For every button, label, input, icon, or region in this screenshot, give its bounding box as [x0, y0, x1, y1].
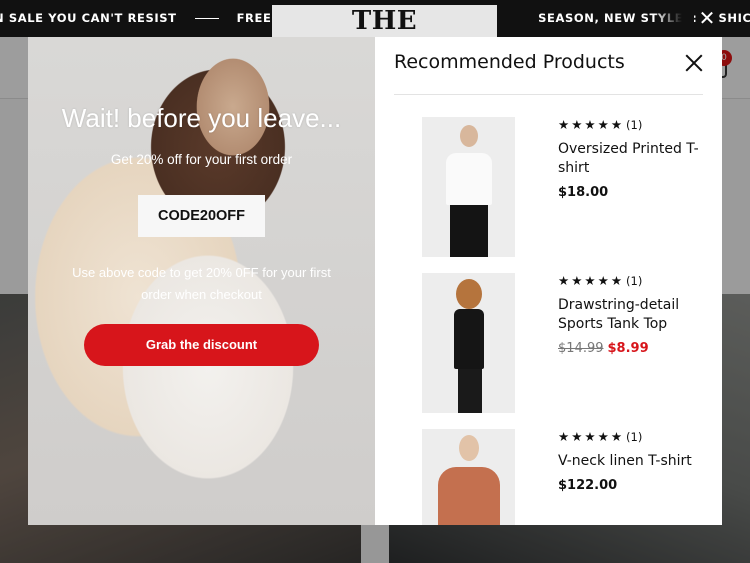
product-name[interactable]: Oversized Printed T-shirt	[558, 140, 708, 178]
promo-note: Use above code to get 20% 0FF for your f…	[72, 265, 331, 302]
review-count: (1)	[626, 118, 643, 132]
product-price: $122.00	[558, 478, 708, 493]
product-image[interactable]	[422, 273, 515, 413]
product-info: ★★★★★ (1) Oversized Printed T-shirt $18.0…	[558, 117, 708, 200]
product-info: ★★★★★ (1) Drawstring-detail Sports Tank T…	[558, 273, 708, 356]
site-logo[interactable]: THE	[272, 5, 497, 37]
divider	[394, 94, 703, 95]
product-price: $14.99 $8.99	[558, 341, 708, 356]
rating: ★★★★★ (1)	[558, 429, 708, 444]
grab-discount-button[interactable]: Grab the discount	[84, 324, 319, 366]
product-card[interactable]: ★★★★★ (1) Oversized Printed T-shirt $18.0…	[422, 117, 712, 262]
sale-price: $8.99	[607, 341, 649, 356]
figure-shirt	[438, 467, 500, 525]
rating: ★★★★★ (1)	[558, 273, 708, 288]
recommended-title: Recommended Products	[394, 51, 625, 73]
figure-head	[456, 279, 482, 309]
product-image[interactable]	[422, 429, 515, 525]
review-count: (1)	[626, 430, 643, 444]
figure-pants	[450, 205, 488, 257]
close-icon[interactable]: ✕	[696, 0, 718, 37]
figure-shirt	[446, 153, 492, 205]
close-icon[interactable]	[682, 51, 706, 75]
product-info: ★★★★★ (1) V-neck linen T-shirt $122.00	[558, 429, 708, 493]
star-rating-icon: ★★★★★	[558, 273, 625, 288]
promo-subtitle: Get 20% off for your first order	[110, 152, 293, 167]
announcement-fade	[654, 0, 694, 37]
star-rating-icon: ★★★★★	[558, 429, 625, 444]
product-image[interactable]	[422, 117, 515, 257]
promo-panel: Wait! before you leave... Get 20% off fo…	[28, 37, 375, 525]
promo-title: Wait! before you leave...	[61, 103, 342, 133]
figure-pants	[458, 369, 482, 413]
review-count: (1)	[626, 274, 643, 288]
rating: ★★★★★ (1)	[558, 117, 708, 132]
product-name[interactable]: V-neck linen T-shirt	[558, 452, 708, 471]
announcement-text: SEASON, NEW STYLES: FASHIC	[538, 11, 750, 25]
original-price: $14.99	[558, 341, 604, 356]
star-rating-icon: ★★★★★	[558, 117, 625, 132]
product-price: $18.00	[558, 185, 708, 200]
announcement-text: N SALE YOU CAN'T RESIST	[0, 11, 177, 25]
figure-head	[459, 435, 479, 461]
discount-code[interactable]: CODE20OFF	[138, 195, 265, 237]
product-card[interactable]: ★★★★★ (1) V-neck linen T-shirt $122.00	[422, 429, 712, 525]
figure-tank	[454, 309, 484, 369]
recommended-panel: Recommended Products ★★★★★ (1) Oversized …	[375, 37, 722, 525]
exit-intent-modal: Wait! before you leave... Get 20% off fo…	[28, 37, 722, 525]
price-value: $122.00	[558, 478, 618, 493]
figure-head	[460, 125, 478, 147]
separator	[194, 18, 219, 19]
price-value: $18.00	[558, 185, 609, 200]
product-card[interactable]: ★★★★★ (1) Drawstring-detail Sports Tank T…	[422, 273, 712, 418]
product-name[interactable]: Drawstring-detail Sports Tank Top	[558, 296, 708, 334]
